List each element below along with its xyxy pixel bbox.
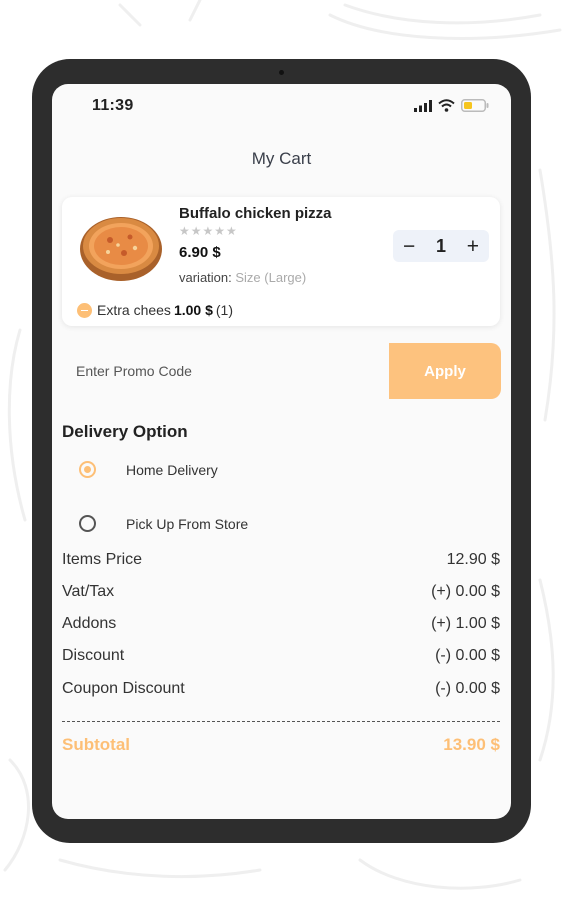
quantity-value: 1 (435, 235, 446, 256)
status-time: 11:39 (92, 97, 134, 114)
item-price: 6.90 $ (179, 244, 221, 261)
addon-price: 1.00 $ (173, 302, 213, 318)
subtotal-label: Subtotal (62, 735, 130, 754)
apply-button[interactable]: Apply (389, 343, 501, 399)
summary-value: (-) 0.00 $ (435, 647, 500, 664)
remove-addon-icon[interactable] (77, 302, 92, 318)
summary-label: Vat/Tax (62, 583, 115, 600)
front-camera (279, 70, 284, 75)
summary-label: Coupon Discount (62, 680, 185, 697)
delivery-option-label: Home Delivery (126, 461, 218, 478)
quantity-stepper: − 1 + (393, 230, 489, 262)
pizza-image (80, 217, 162, 281)
minus-icon[interactable]: − (403, 236, 415, 257)
summary-value: 12.90 $ (446, 551, 500, 568)
summary-row-addons: Addons (+) 1.00 $ (62, 615, 500, 633)
summary-label: Items Price (62, 551, 143, 568)
variation-value: Size (Large) (235, 270, 307, 285)
status-bar: 11:39 (52, 84, 511, 124)
promo-code-row: Apply (62, 343, 501, 399)
promo-code-input[interactable] (62, 343, 392, 399)
delivery-option-title: Delivery Option (62, 422, 188, 441)
summary-row-vat: Vat/Tax (+) 0.00 $ (62, 583, 500, 601)
plus-icon[interactable]: + (467, 236, 479, 257)
summary-label: Discount (62, 647, 125, 664)
signal-icon (414, 99, 432, 112)
app-screen: 11:39 My Cart Buffalo chicken pizza ★★★★… (52, 84, 511, 819)
addon-name: Extra chees (97, 302, 171, 318)
battery-icon (461, 99, 489, 112)
wifi-icon (438, 99, 455, 112)
delivery-option-home[interactable]: Home Delivery (79, 461, 218, 478)
summary-label: Addons (62, 615, 117, 632)
variation-label: variation: (179, 270, 232, 285)
summary-row-coupon-discount: Coupon Discount (-) 0.00 $ (62, 680, 500, 698)
summary-row-discount: Discount (-) 0.00 $ (62, 647, 500, 665)
addon-count: (1) (215, 302, 233, 318)
subtotal-value: 13.90 $ (443, 735, 500, 754)
delivery-option-label: Pick Up From Store (126, 515, 249, 532)
status-icons (414, 99, 489, 112)
rating-stars: ★★★★★ (179, 224, 238, 238)
summary-value: (+) 0.00 $ (431, 583, 500, 600)
item-name: Buffalo chicken pizza (179, 205, 332, 222)
cart-item-card: Buffalo chicken pizza ★★★★★ 6.90 $ varia… (62, 197, 500, 326)
item-variation: variation: Size (Large) (179, 270, 306, 285)
summary-value: (-) 0.00 $ (435, 680, 500, 697)
radio-unselected-icon[interactable] (79, 515, 96, 532)
radio-selected-icon[interactable] (79, 461, 96, 478)
tablet-frame: 11:39 My Cart Buffalo chicken pizza ★★★★… (32, 59, 531, 843)
summary-value: (+) 1.00 $ (431, 615, 500, 632)
summary-row-items-price: Items Price 12.90 $ (62, 551, 500, 569)
subtotal-row: Subtotal 13.90 $ (62, 735, 500, 755)
delivery-option-pickup[interactable]: Pick Up From Store (79, 515, 248, 532)
addon-row: Extra chees 1.00 $ (1) (77, 302, 233, 318)
dashed-divider (62, 721, 500, 722)
page-title: My Cart (251, 149, 312, 168)
